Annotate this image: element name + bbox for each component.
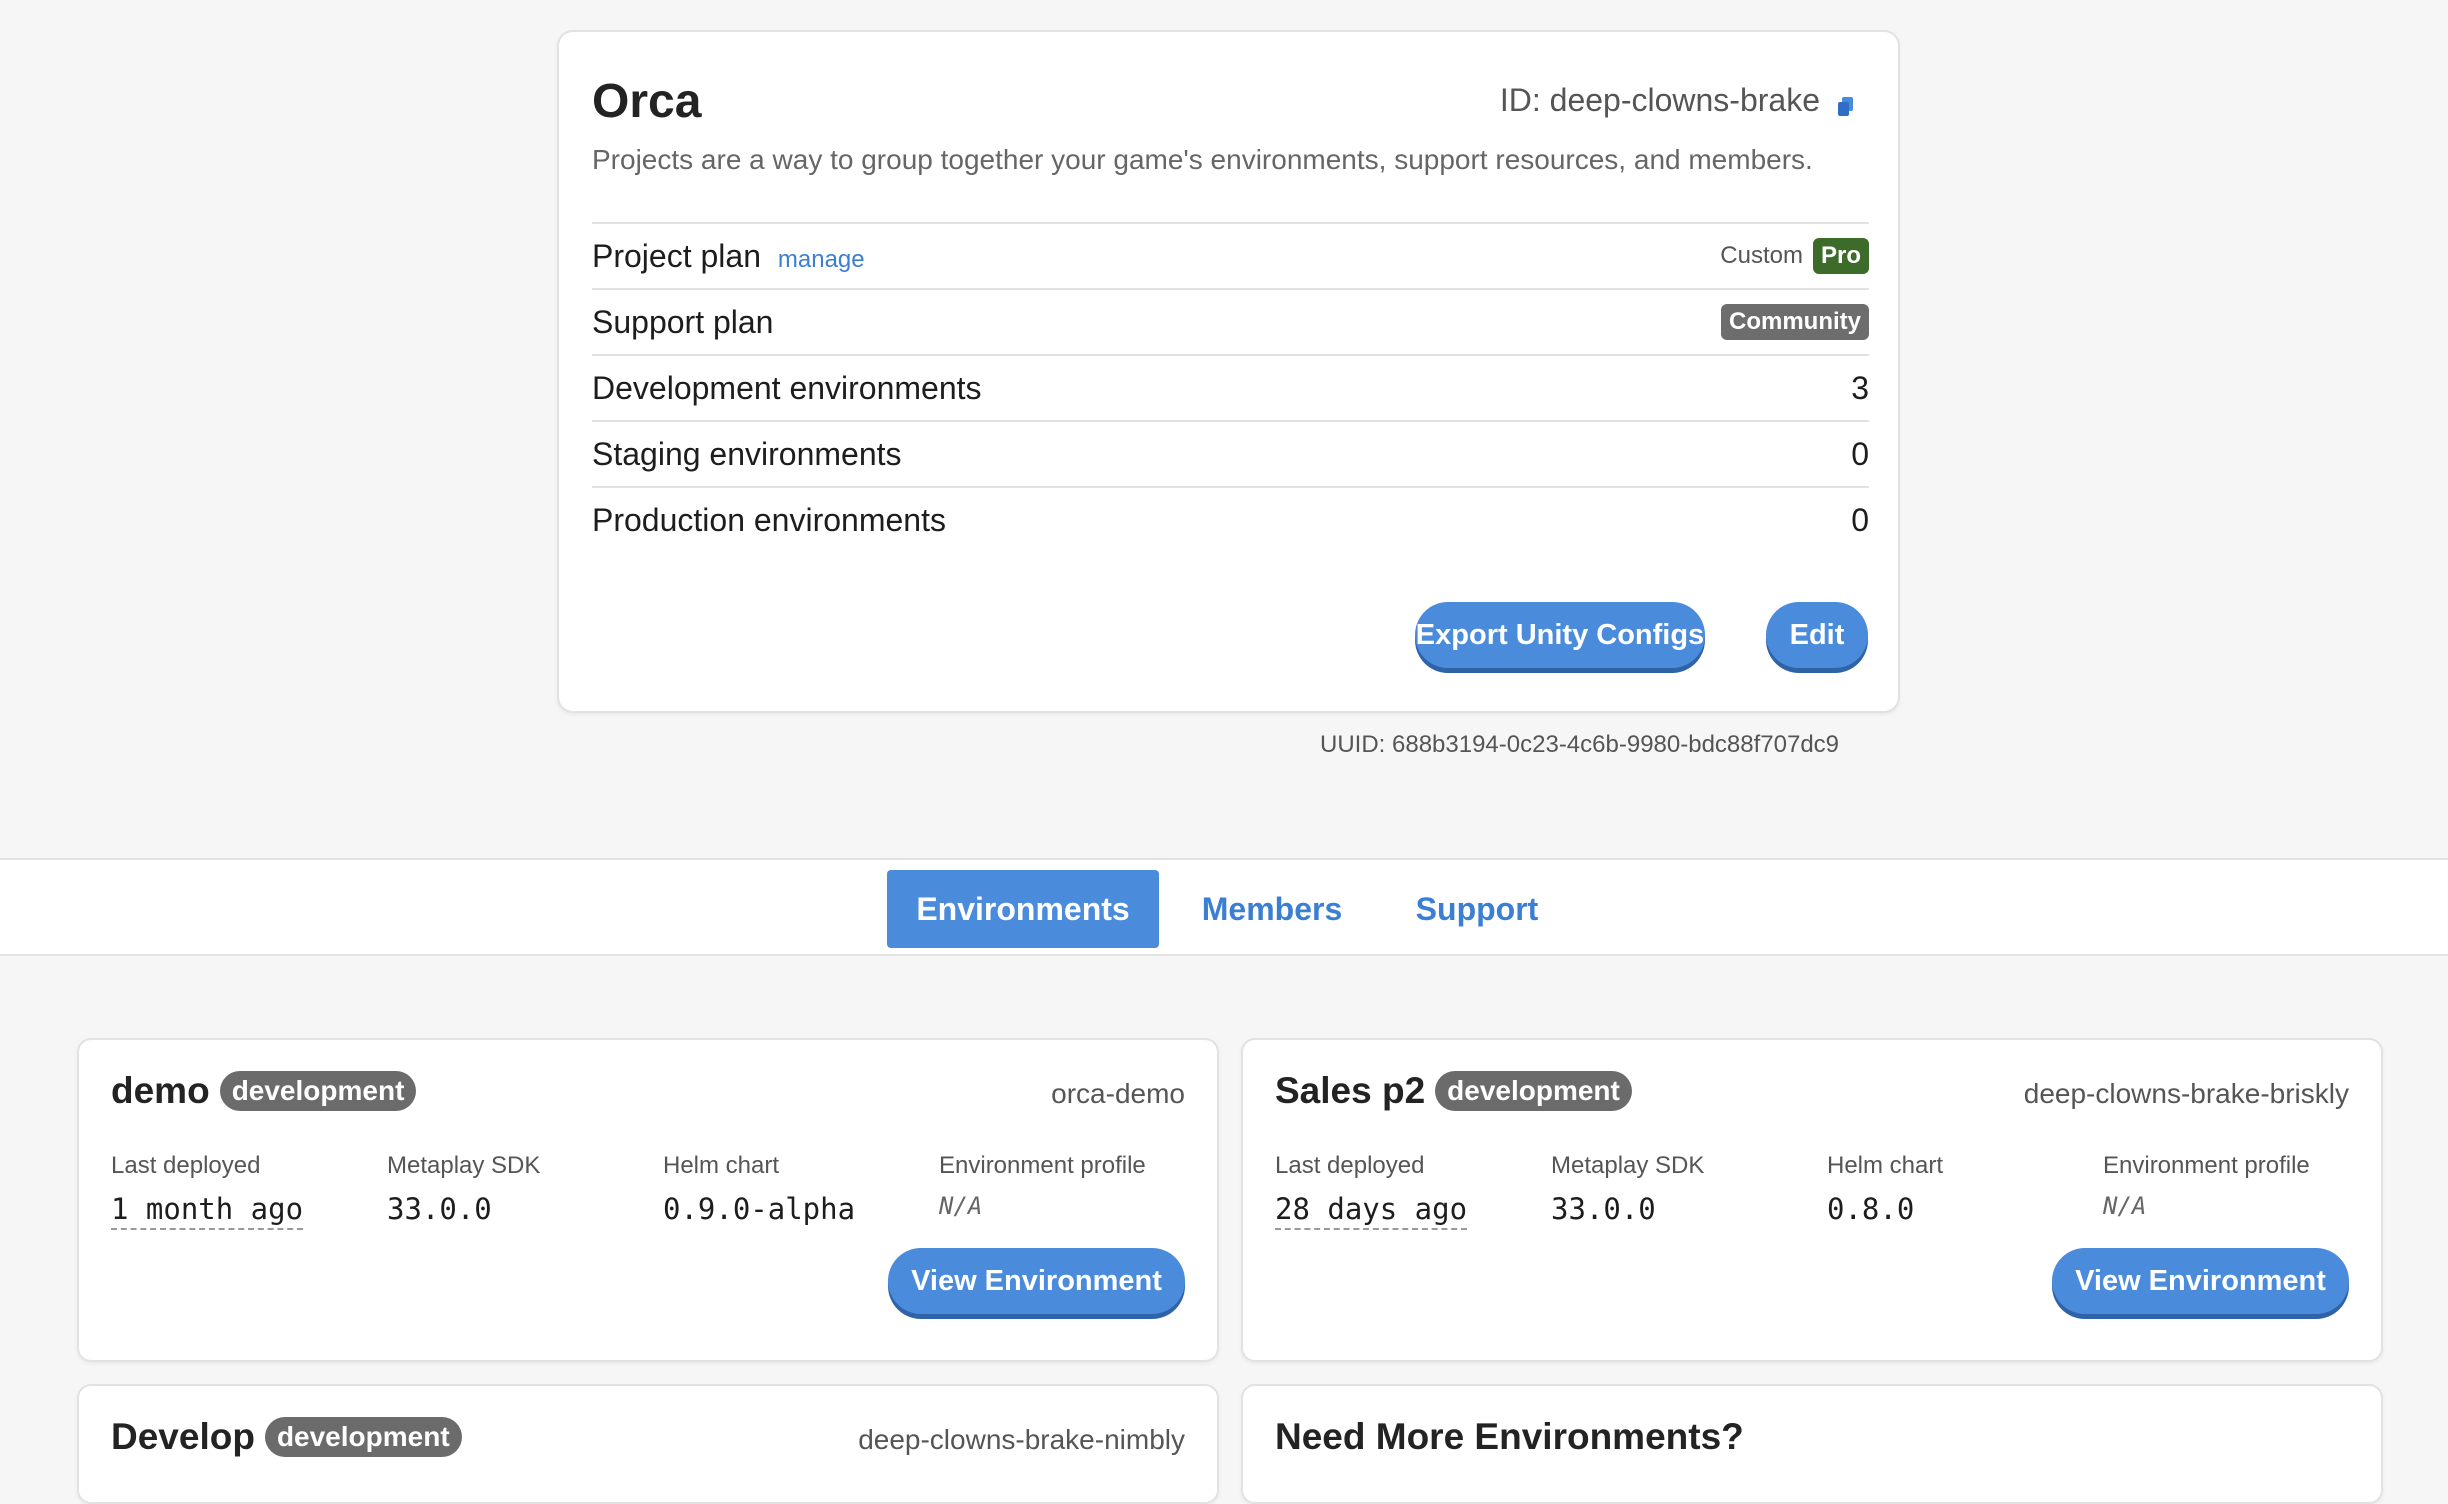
metaplay-sdk-value: 33.0.0 (1551, 1192, 1656, 1226)
environment-type-badge: development (264, 1417, 462, 1457)
tab-members[interactable]: Members (1182, 870, 1362, 948)
metaplay-sdk: Metaplay SDK 33.0.0 (387, 1152, 540, 1226)
development-environments-label: Development environments (592, 369, 982, 406)
environment-slug: deep-clowns-brake-briskly (2023, 1078, 2349, 1109)
plan-type: Custom (1720, 242, 1803, 269)
environment-type-badge: development (1435, 1071, 1632, 1111)
environment-card: demo development orca-demo Last deployed… (77, 1038, 1219, 1362)
last-deployed: Last deployed 1 month ago (111, 1152, 304, 1230)
environment-title: Develop development (111, 1416, 462, 1458)
row-development-environments: Development environments 3 (592, 354, 1869, 420)
last-deployed-label: Last deployed (1275, 1152, 1425, 1179)
helm-chart-label: Helm chart (663, 1152, 780, 1179)
row-project-plan: Project plan manage Custom Pro (592, 222, 1869, 288)
last-deployed-label: Last deployed (111, 1152, 261, 1179)
helm-chart: Helm chart 0.9.0-alpha (663, 1152, 855, 1226)
environment-name: Develop (111, 1416, 255, 1457)
environment-card: Sales p2 development deep-clowns-brake-b… (1241, 1038, 2383, 1362)
production-environments-count: 0 (1851, 501, 1869, 538)
last-deployed: Last deployed 28 days ago (1275, 1152, 1468, 1230)
need-more-environments-title: Need More Environments? (1275, 1416, 1744, 1457)
environment-type-badge: development (219, 1071, 417, 1111)
environment-profile: Environment profile N/A (939, 1152, 1146, 1220)
environment-card: Develop development deep-clowns-brake-ni… (77, 1384, 1219, 1504)
helm-chart: Helm chart 0.8.0 (1827, 1152, 1943, 1226)
project-tabs: Environments Members Support (0, 858, 2448, 956)
environment-title: Sales p2 development (1275, 1070, 1632, 1112)
manage-plan-link[interactable]: manage (778, 246, 865, 273)
tab-support[interactable]: Support (1392, 870, 1562, 948)
project-uuid: UUID: 688b3194-0c23-4c6b-9980-bdc88f707d… (1320, 731, 1840, 758)
environment-profile-value: N/A (2103, 1192, 2147, 1220)
metaplay-sdk-value: 33.0.0 (387, 1192, 492, 1226)
view-environment-button[interactable]: View Environment (888, 1248, 1185, 1314)
environment-title: demo development (111, 1070, 417, 1112)
helm-chart-value: 0.8.0 (1827, 1192, 1915, 1226)
pro-badge: Pro (1812, 238, 1869, 274)
row-production-environments: Production environments 0 (592, 486, 1869, 552)
view-environment-button[interactable]: View Environment (2052, 1248, 2349, 1314)
project-plan-table: Project plan manage Custom Pro Support p… (592, 222, 1869, 552)
staging-environments-label: Staging environments (592, 435, 902, 472)
project-plan-label: Project plan (592, 237, 761, 274)
need-more-environments-card: Need More Environments? (1241, 1384, 2383, 1504)
environment-slug: deep-clowns-brake-nimbly (858, 1424, 1185, 1455)
development-environments-count: 3 (1851, 369, 1869, 406)
project-description: Projects are a way to group together you… (592, 144, 1813, 175)
row-support-plan: Support plan Community (592, 288, 1869, 354)
helm-chart-label: Helm chart (1827, 1152, 1944, 1179)
metaplay-sdk-label: Metaplay SDK (387, 1152, 541, 1179)
production-environments-label: Production environments (592, 501, 946, 538)
edit-project-button[interactable]: Edit (1766, 602, 1868, 668)
support-plan-label: Support plan (592, 303, 774, 340)
environment-profile-label: Environment profile (939, 1152, 1146, 1179)
metaplay-sdk-label: Metaplay SDK (1551, 1152, 1705, 1179)
environment-slug: orca-demo (1051, 1078, 1185, 1109)
metaplay-sdk: Metaplay SDK 33.0.0 (1551, 1152, 1704, 1226)
export-unity-configs-button[interactable]: Export Unity Configs (1415, 602, 1705, 668)
environment-name: demo (111, 1070, 210, 1111)
helm-chart-value: 0.9.0-alpha (663, 1192, 856, 1226)
last-deployed-value: 1 month ago (111, 1192, 304, 1230)
environment-name: Sales p2 (1275, 1070, 1426, 1111)
last-deployed-value: 28 days ago (1275, 1192, 1468, 1230)
environment-profile-value: N/A (939, 1192, 983, 1220)
environment-profile: Environment profile N/A (2103, 1152, 2310, 1220)
copy-icon[interactable] (1834, 89, 1858, 116)
staging-environments-count: 0 (1851, 435, 1869, 472)
project-id-label: ID: deep-clowns-brake (1499, 82, 1820, 118)
project-title: Orca (592, 75, 702, 128)
project-id: ID: deep-clowns-brake (1500, 82, 1858, 119)
project-card: Orca ID: deep-clowns-brake Projects are … (557, 30, 1900, 713)
row-staging-environments: Staging environments 0 (592, 420, 1869, 486)
community-badge: Community (1721, 304, 1869, 340)
tab-environments[interactable]: Environments (887, 870, 1159, 948)
environment-profile-label: Environment profile (2103, 1152, 2310, 1179)
